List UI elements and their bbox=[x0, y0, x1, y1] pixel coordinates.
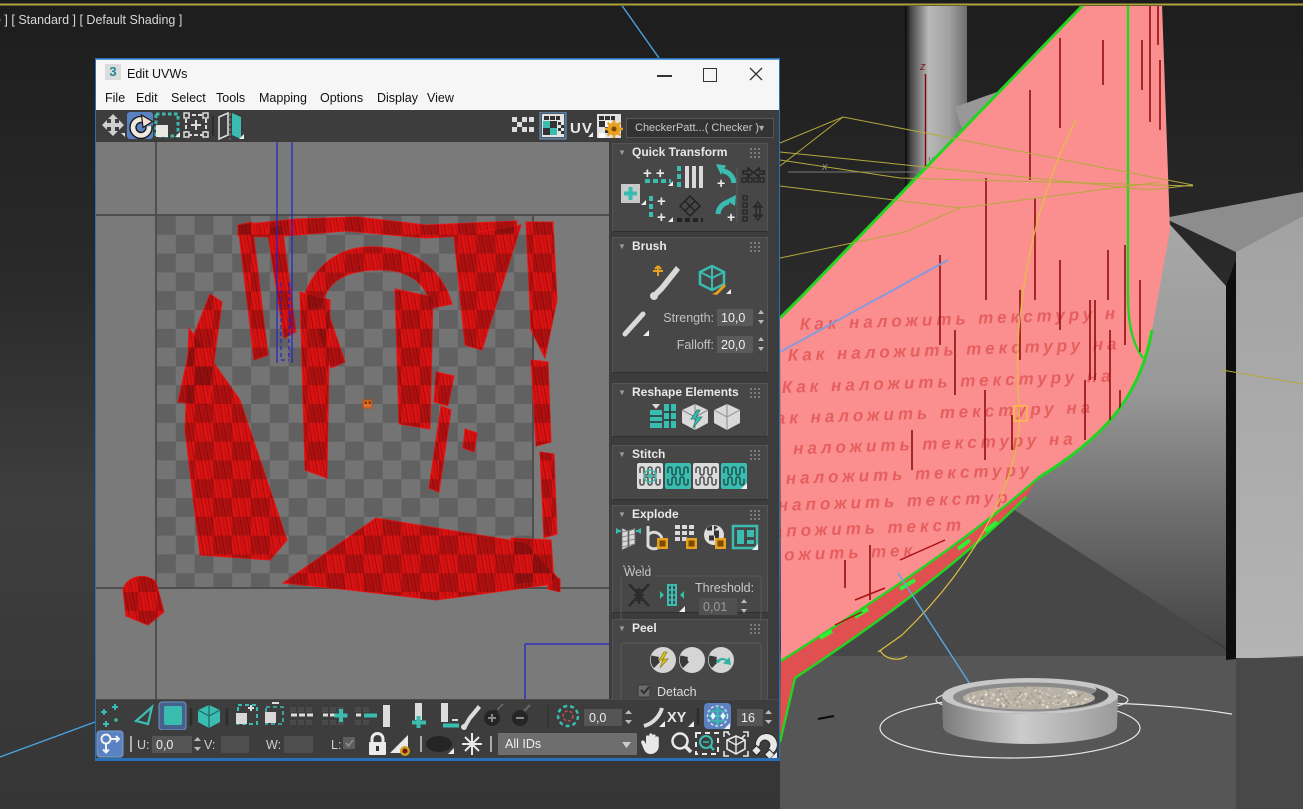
svg-text:Detach: Detach bbox=[657, 685, 697, 699]
svg-text:L:: L: bbox=[331, 738, 341, 752]
svg-text:Strength:: Strength: bbox=[663, 311, 714, 325]
svg-text:U:: U: bbox=[137, 738, 150, 752]
svg-text:V:: V: bbox=[204, 738, 215, 752]
svg-text:0,0: 0,0 bbox=[589, 711, 606, 725]
svg-text:Weld: Weld bbox=[624, 565, 651, 579]
svg-text:0,01: 0,01 bbox=[703, 600, 727, 614]
svg-text:W:: W: bbox=[266, 738, 281, 752]
svg-text:All IDs: All IDs bbox=[505, 737, 541, 751]
svg-text:Falloff:: Falloff: bbox=[677, 338, 714, 352]
svg-text:Threshold:: Threshold: bbox=[695, 581, 754, 595]
svg-text:XY: XY bbox=[667, 710, 687, 726]
svg-text:+: + bbox=[657, 209, 666, 226]
svg-text:+: + bbox=[727, 209, 735, 225]
svg-text:z: z bbox=[919, 61, 926, 73]
svg-text:0,0: 0,0 bbox=[156, 738, 173, 752]
svg-text:+: + bbox=[717, 175, 725, 191]
svg-text:20,0: 20,0 bbox=[721, 338, 745, 352]
svg-text:e ] [ Standard ] [ Default Sha: e ] [ Standard ] [ Default Shading ] bbox=[0, 13, 182, 27]
svg-text:10,0: 10,0 bbox=[721, 311, 745, 325]
svg-text:+: + bbox=[657, 193, 666, 210]
svg-text:UV: UV bbox=[570, 120, 593, 137]
svg-text:16: 16 bbox=[741, 711, 755, 725]
